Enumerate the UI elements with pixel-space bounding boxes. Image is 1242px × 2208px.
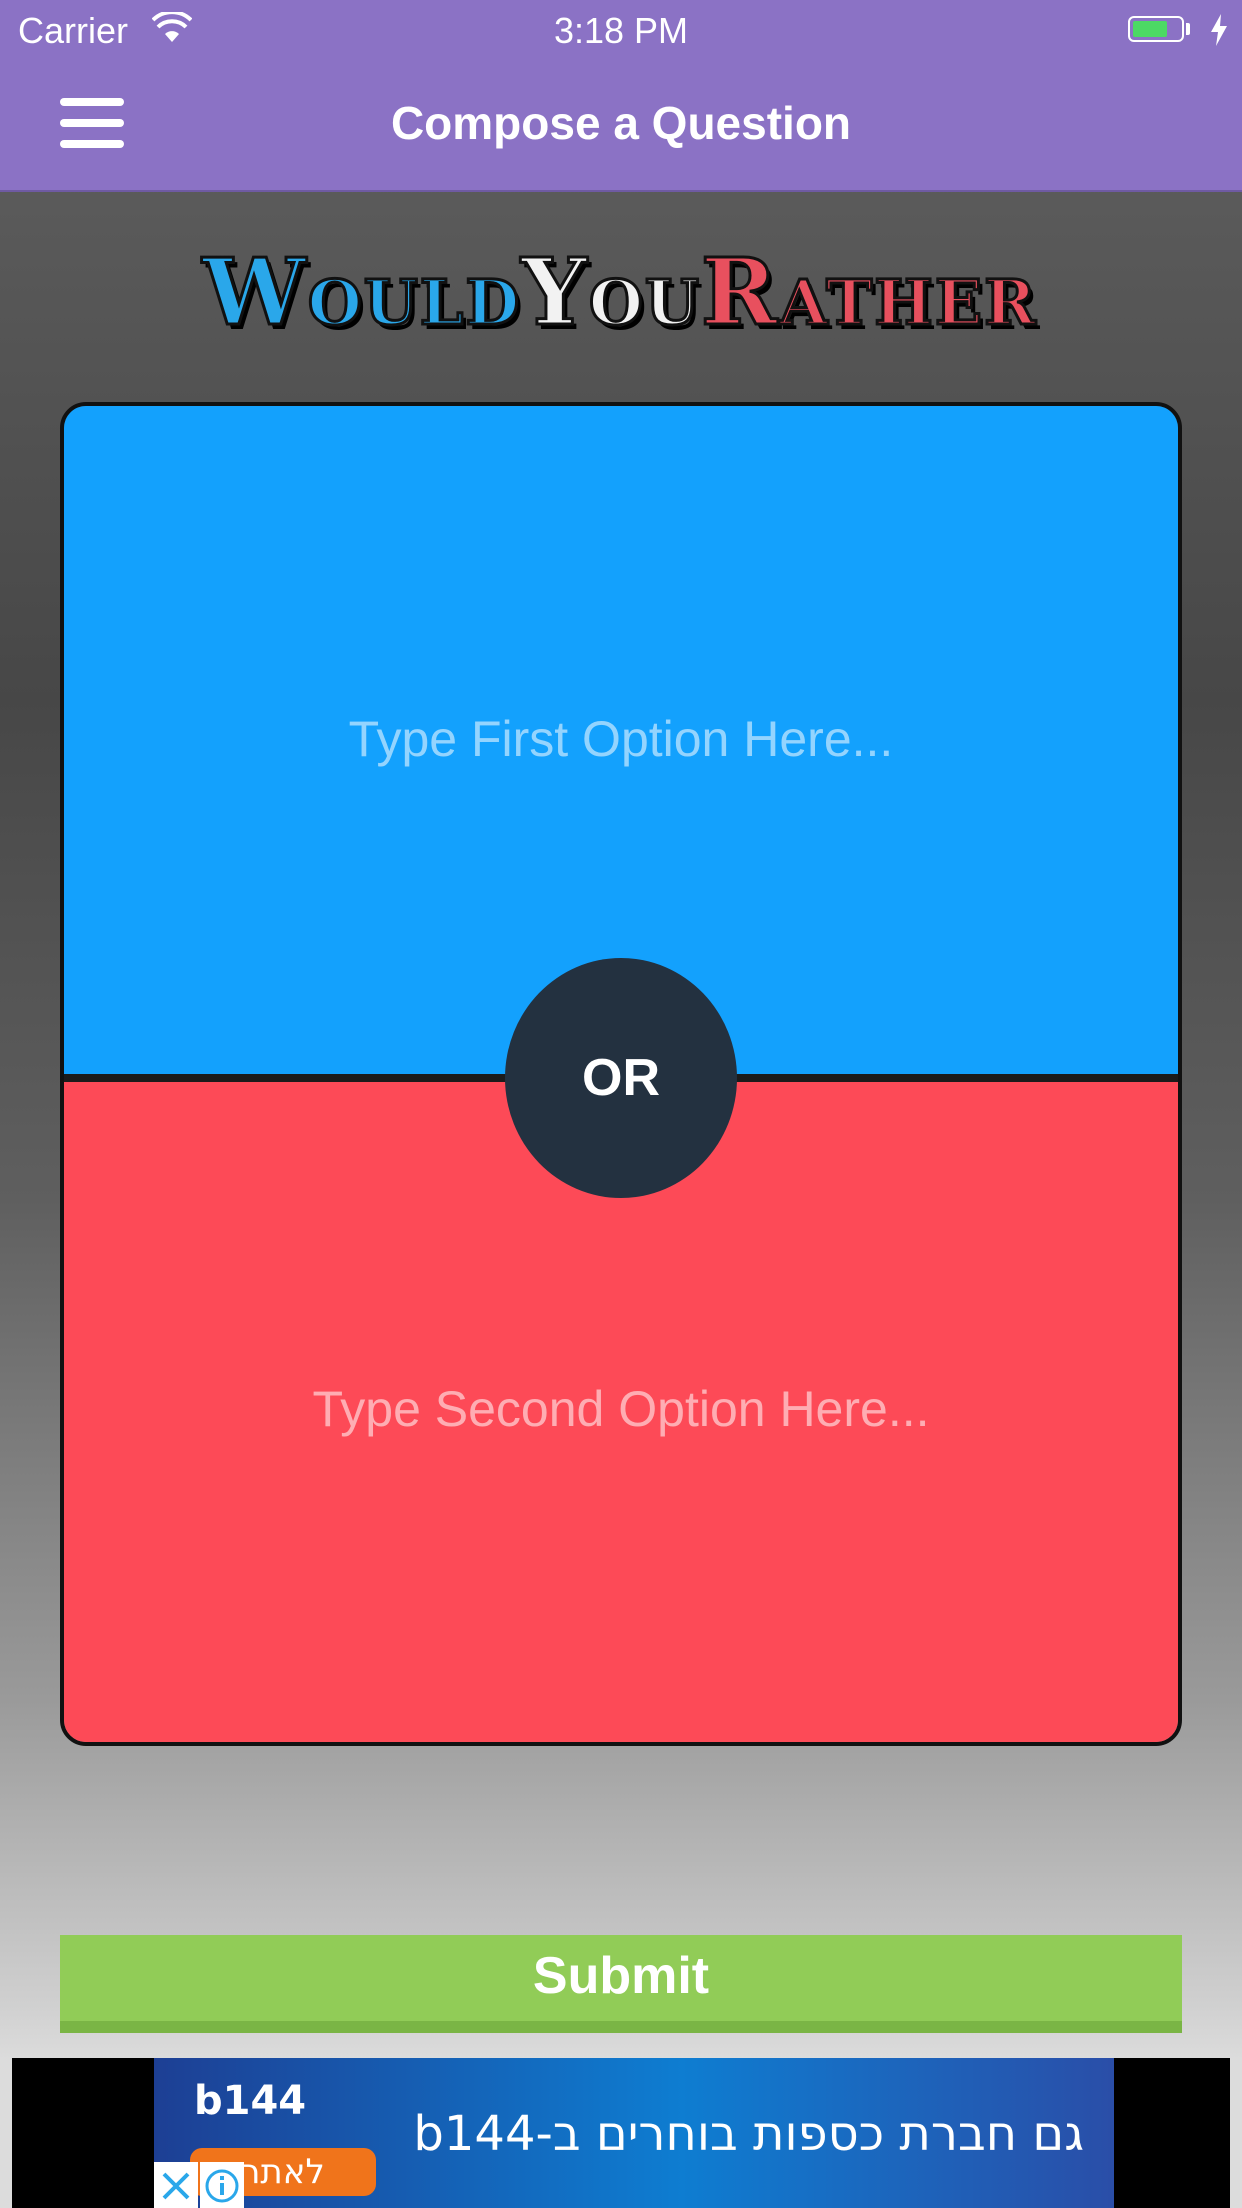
logo-letter-y: Y [520,237,589,348]
battery-icon [1128,16,1184,42]
submit-button[interactable]: Submit [60,1935,1182,2033]
ad-brand: b144 [194,2078,307,2124]
or-badge: OR [505,958,737,1198]
page-title: Compose a Question [390,97,852,149]
logo-word-ather: ATHER [778,265,1038,341]
info-icon[interactable] [200,2162,244,2208]
ad-headline: גם חברת כספות בוחרים ב-b144 [413,2106,1084,2162]
ad-banner: b144 גם חברת כספות בוחרים ב-b144 ‹ לאתר [12,2058,1230,2208]
ad-cta-label: לאתר [241,2152,325,2192]
option1-placeholder: Type First Option Here... [348,711,894,767]
logo-word-ou: OU [587,265,701,341]
nav-bar: Carrier 3:18 PM Compose a Question [0,0,1242,192]
logo-letter-w: W [201,237,308,348]
battery-nub [1186,23,1190,35]
option2-placeholder: Type Second Option Here... [312,1381,930,1437]
app-logo: WOULDYOURATHER [200,237,1040,348]
status-bar: Carrier 3:18 PM [0,0,1242,62]
status-time: 3:18 PM [553,10,689,51]
logo-letter-r: R [699,237,780,348]
ad-creative[interactable]: b144 גם חברת כספות בוחרים ב-b144 ‹ לאתר [154,2058,1114,2208]
charging-bolt-icon [1211,14,1227,46]
logo-word-ould: OULD [306,265,522,341]
close-icon[interactable] [154,2162,198,2208]
